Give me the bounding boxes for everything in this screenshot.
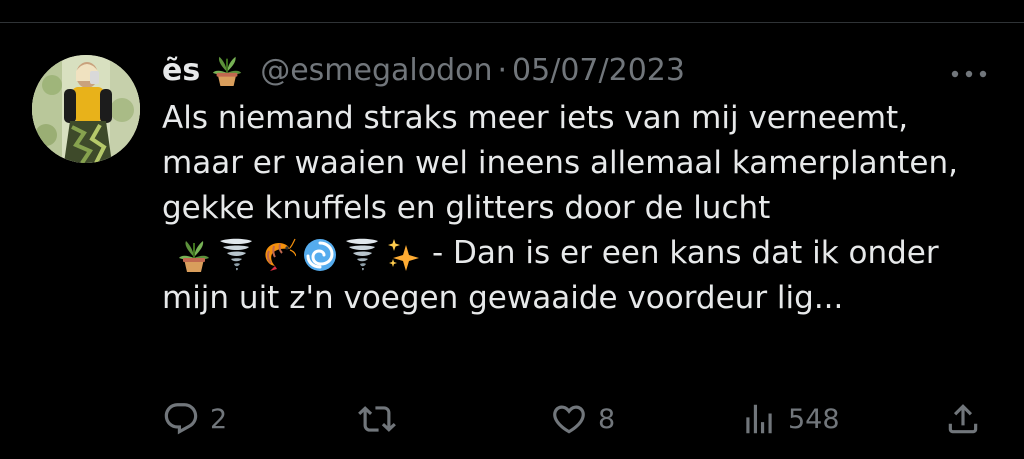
tweet-date[interactable]: 05/07/2023 [512, 53, 685, 88]
views-count: 548 [788, 403, 840, 435]
tweet-text-part1: Als niemand straks meer iets van mij ver… [162, 100, 958, 226]
heart-icon [553, 405, 585, 434]
retweet-icon [358, 406, 396, 432]
share-icon [948, 404, 978, 434]
cyclone-emoji [302, 237, 338, 273]
share-button[interactable] [944, 396, 982, 442]
tweet-text: Als niemand straks meer iets van mij ver… [162, 96, 992, 321]
reply-count: 2 [210, 403, 228, 435]
tornado-emoji [344, 237, 380, 273]
top-divider [0, 22, 1024, 23]
emoji-row [176, 237, 422, 273]
avatar-photo [32, 55, 140, 163]
views-icon [746, 404, 772, 434]
reply-button[interactable]: 2 [162, 396, 227, 442]
sparkles-emoji [386, 237, 422, 273]
shrimp-emoji [260, 237, 297, 273]
retweet-button[interactable] [358, 396, 406, 442]
like-count: 8 [598, 403, 616, 435]
tornado-emoji [218, 237, 254, 273]
tweet-body: ẽs @esmegalodon · 05/07/2023 Als niemand… [162, 44, 992, 321]
potted-plant-emoji [176, 237, 212, 273]
tweet-header: ẽs @esmegalodon · 05/07/2023 [162, 44, 992, 96]
views-button[interactable]: 548 [740, 396, 840, 442]
potted-plant-emoji [210, 53, 244, 87]
action-bar: 2 8 548 [162, 396, 992, 442]
reply-icon [164, 403, 198, 435]
separator-dot: · [497, 52, 508, 88]
user-handle[interactable]: @esmegalodon [260, 53, 492, 88]
like-button[interactable]: 8 [550, 396, 615, 442]
display-name[interactable]: ẽs [162, 53, 200, 88]
avatar[interactable] [32, 55, 140, 163]
